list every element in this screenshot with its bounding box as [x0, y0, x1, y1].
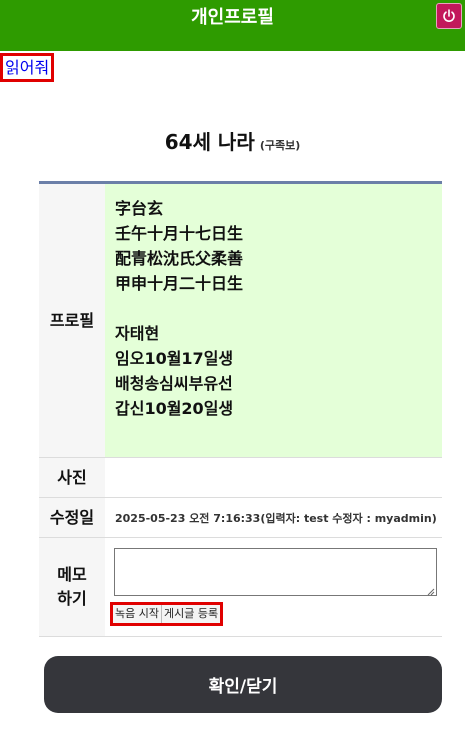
- profile-line: 자태현: [115, 324, 160, 343]
- photo-row: 사진: [39, 458, 442, 498]
- memo-label: 메모하기: [39, 538, 105, 636]
- memo-action-group: 녹음 시작 게시글 등록: [110, 602, 224, 626]
- person-heading: 64세 나라 (구족보): [0, 126, 465, 155]
- profile-line: 임오10월17일생: [115, 349, 234, 368]
- memo-label-text: 메모하기: [57, 565, 87, 608]
- modified-label: 수정일: [39, 498, 105, 537]
- photo-cell: [105, 458, 442, 497]
- app-header: 개인프로필: [0, 0, 465, 51]
- resize-grip-icon[interactable]: [427, 588, 435, 596]
- modified-row: 수정일 2025-05-23 오전 7:16:33(입력자: test 수정자 …: [39, 498, 442, 538]
- read-aloud-link[interactable]: 읽어줘: [0, 53, 55, 82]
- post-register-button[interactable]: 게시글 등록: [161, 605, 221, 623]
- profile-line: 갑신10월20일생: [115, 399, 234, 418]
- profile-line: 甲申十月二十日生: [115, 274, 244, 293]
- profile-line: 배청송심씨부유선: [115, 374, 233, 393]
- person-name: 64세 나라: [164, 130, 255, 154]
- modified-value: 2025-05-23 오전 7:16:33(입력자: test 수정자 : my…: [115, 511, 437, 525]
- photo-label: 사진: [39, 458, 105, 497]
- profile-line: 配青松沈氏父柔善: [115, 249, 244, 268]
- record-start-button[interactable]: 녹음 시작: [113, 605, 162, 623]
- profile-text: 字台玄 壬午十月十七日生 配青松沈氏父柔善 甲申十月二十日生 자태현 임오10월…: [105, 184, 442, 457]
- power-icon: [443, 9, 455, 22]
- memo-row: 메모하기: [39, 538, 442, 637]
- genealogy-tag: (구족보): [259, 139, 301, 152]
- power-button[interactable]: [436, 3, 462, 29]
- profile-row: 프로필 字台玄 壬午十月十七日生 配青松沈氏父柔善 甲申十月二十日生 자태현 임…: [39, 184, 442, 458]
- profile-line: 壬午十月十七日生: [115, 224, 244, 243]
- confirm-close-button[interactable]: 확인/닫기: [44, 656, 442, 713]
- page-title: 개인프로필: [191, 7, 274, 28]
- profile-table: 프로필 字台玄 壬午十月十七日生 配青松沈氏父柔善 甲申十月二十日生 자태현 임…: [39, 181, 442, 637]
- profile-label: 프로필: [39, 184, 105, 457]
- profile-line: 字台玄: [115, 199, 164, 218]
- memo-input[interactable]: [114, 548, 437, 596]
